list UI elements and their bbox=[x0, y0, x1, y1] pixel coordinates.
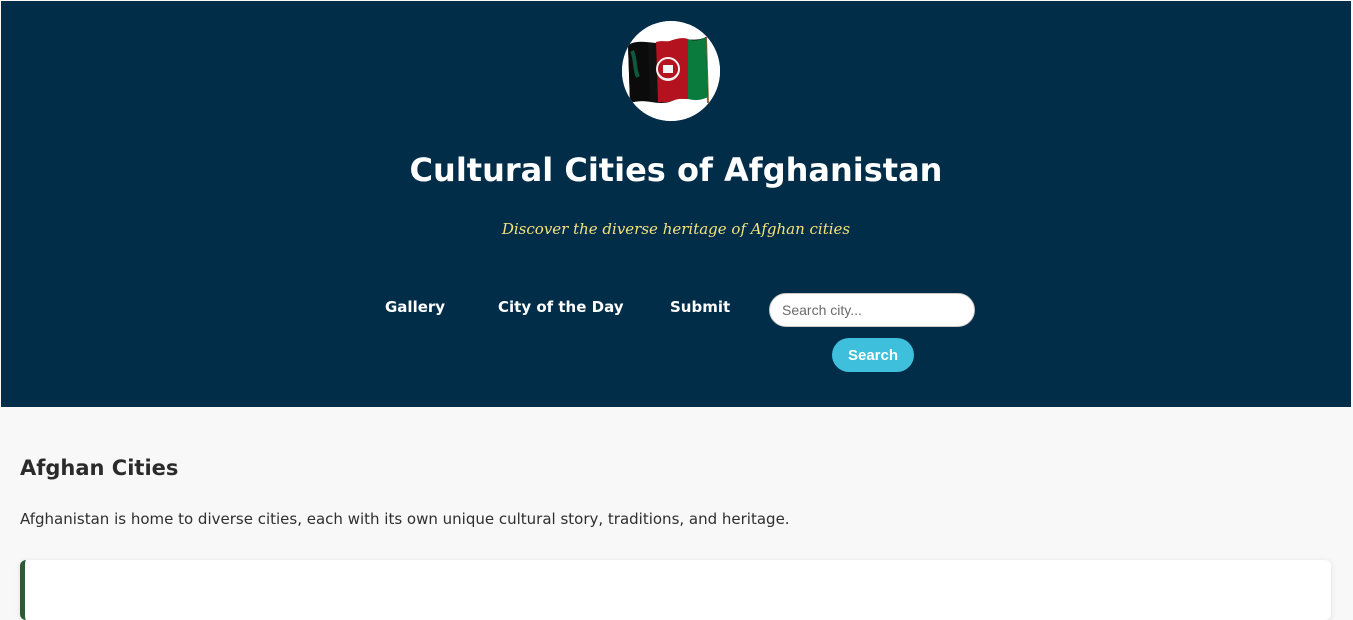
nav-link-submit[interactable]: Submit bbox=[670, 297, 730, 317]
tagline: Discover the diverse heritage of Afghan … bbox=[501, 220, 851, 238]
flag-icon bbox=[622, 21, 720, 121]
section-heading: Afghan Cities bbox=[20, 456, 179, 480]
intro-text: Afghanistan is home to diverse cities, e… bbox=[20, 510, 790, 528]
search-button[interactable]: Search bbox=[832, 338, 914, 372]
afghan-flag-logo bbox=[622, 21, 720, 121]
nav-link-gallery[interactable]: Gallery bbox=[385, 297, 445, 317]
page-title: Cultural Cities of Afghanistan bbox=[409, 151, 943, 189]
site-header: Cultural Cities of Afghanistan Discover … bbox=[1, 1, 1351, 407]
nav-link-city-of-the-day[interactable]: City of the Day bbox=[498, 297, 624, 317]
search-input[interactable] bbox=[769, 293, 975, 327]
city-card bbox=[20, 560, 1331, 620]
